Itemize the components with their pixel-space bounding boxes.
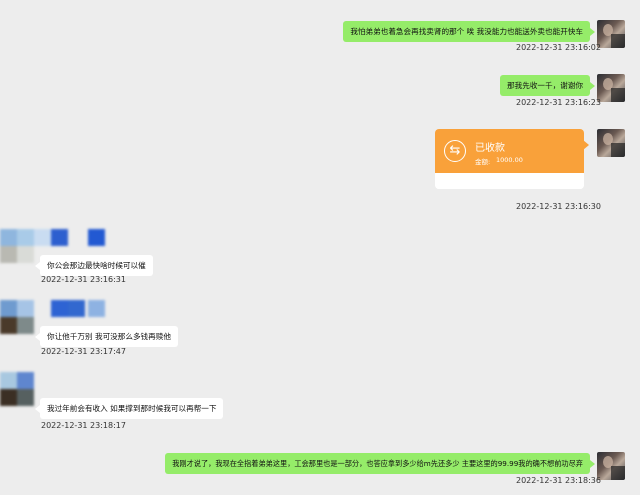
message-bubble-7[interactable]: 我刚才说了，我现在全指着弟弟这里，工会那里也是一部分，也答应拿到多少给m先还多少… xyxy=(165,453,595,474)
message-time-5: 2022-12-31 23:17:47 xyxy=(41,347,126,356)
mosaic-censored-avatar xyxy=(0,372,40,410)
transfer-card-tail xyxy=(583,140,589,150)
message-text-4: 你公会那边最快啥时候可以催 xyxy=(47,261,146,270)
message-bubble-4[interactable]: 你公会那边最快啥时候可以催 xyxy=(35,255,153,276)
message-bubble-2[interactable]: 那我先收一千，谢谢你 xyxy=(500,75,595,96)
message-bubble-5[interactable]: 你让他千万别 我可没那么多钱再赎他 xyxy=(35,326,178,347)
message-text-2: 那我先收一千，谢谢你 xyxy=(507,81,583,90)
message-text-7: 我刚才说了，我现在全指着弟弟这里，工会那里也是一部分，也答应拿到多少给m先还多少… xyxy=(172,459,583,468)
message-time-1: 2022-12-31 23:16:02 xyxy=(516,43,601,52)
transfer-amount-label: 金额: xyxy=(475,158,491,166)
message-text-5: 你让他千万别 我可没那么多钱再赎他 xyxy=(47,332,171,341)
message-time-3: 2022-12-31 23:16:30 xyxy=(516,202,601,211)
my-avatar[interactable] xyxy=(597,20,625,48)
transfer-amount: 1000.00 xyxy=(496,156,523,164)
my-avatar[interactable] xyxy=(597,452,625,480)
my-avatar[interactable] xyxy=(597,129,625,157)
message-time-7: 2022-12-31 23:18:36 xyxy=(516,476,601,485)
message-time-4: 2022-12-31 23:16:31 xyxy=(41,275,126,284)
my-avatar[interactable] xyxy=(597,74,625,102)
message-bubble-6[interactable]: 我过年前会有收入 如果撑到那时候我可以再帮一下 xyxy=(34,398,224,419)
transfer-card-header: ⇆ 已收款 金额: 1000.00 xyxy=(435,129,584,173)
transfer-card-footer xyxy=(435,173,584,189)
transfer-arrows-icon: ⇆ xyxy=(444,140,466,162)
transfer-status: 已收款 xyxy=(475,143,505,154)
message-time-2: 2022-12-31 23:16:23 xyxy=(516,98,601,107)
message-bubble-1[interactable]: 我怕弟弟也着急会再找卖肾的那个 唉 我没能力也能送外卖也能开快车 xyxy=(343,21,595,42)
message-text-6: 我过年前会有收入 如果撑到那时候我可以再帮一下 xyxy=(47,404,217,413)
message-time-6: 2022-12-31 23:18:17 xyxy=(41,421,126,430)
message-text-1: 我怕弟弟也着急会再找卖肾的那个 唉 我没能力也能送外卖也能开快车 xyxy=(350,27,583,36)
transfer-card[interactable]: ⇆ 已收款 金额: 1000.00 xyxy=(435,129,584,189)
